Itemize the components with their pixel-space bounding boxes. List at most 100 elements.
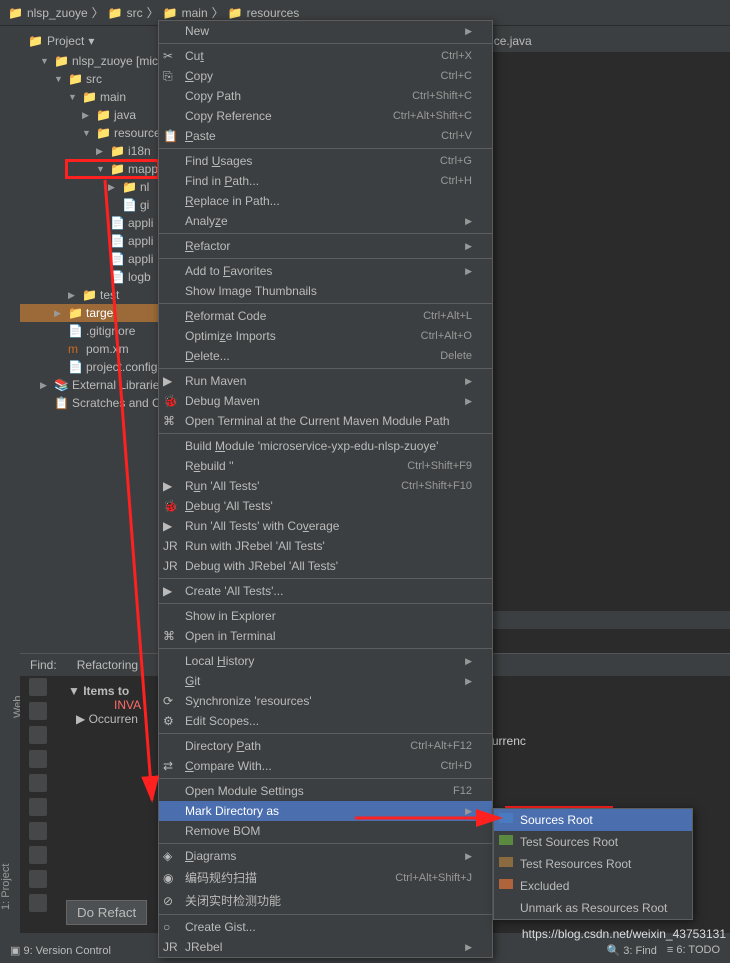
menu-icon: ⌘ <box>163 629 179 643</box>
menu-item[interactable]: ◉编码规约扫描Ctrl+Alt+Shift+J <box>159 866 492 889</box>
folder-icon: 📁 <box>28 34 43 48</box>
filter-icon[interactable] <box>29 702 47 720</box>
menu-item[interactable]: ✂CutCtrl+X <box>159 46 492 66</box>
menu-icon: ▶ <box>163 374 179 388</box>
menu-item[interactable]: Rebuild ''Ctrl+Shift+F9 <box>159 456 492 476</box>
menu-item[interactable]: ▶Run Maven▶ <box>159 371 492 391</box>
menu-item[interactable]: Show Image Thumbnails <box>159 281 492 301</box>
submenu-item[interactable]: Unmark as Resources Root <box>494 897 692 919</box>
folder-icon <box>499 879 513 889</box>
menu-item[interactable]: 🐞Debug 'All Tests' <box>159 496 492 516</box>
submenu-item[interactable]: Test Resources Root <box>494 853 692 875</box>
help-icon[interactable] <box>29 894 47 912</box>
menu-item[interactable]: ▶Create 'All Tests'... <box>159 581 492 601</box>
expand-icon[interactable] <box>29 798 47 816</box>
menu-item[interactable]: Delete...Delete <box>159 346 492 366</box>
menu-item[interactable]: Analyze▶ <box>159 211 492 231</box>
menu-icon: ○ <box>163 920 179 934</box>
menu-item[interactable]: ⎘CopyCtrl+C <box>159 66 492 86</box>
menu-icon: JR <box>163 559 179 573</box>
menu-item[interactable]: Mark Directory as▶ <box>159 801 492 821</box>
menu-item[interactable]: JRRun with JRebel 'All Tests' <box>159 536 492 556</box>
menu-icon: 📋 <box>163 129 179 143</box>
menu-icon: ⚙ <box>163 714 179 728</box>
menu-icon: ⟳ <box>163 694 179 708</box>
menu-item[interactable]: ▶Run 'All Tests' with Coverage <box>159 516 492 536</box>
menu-item[interactable]: ⊘关闭实时检测功能 <box>159 889 492 912</box>
menu-item[interactable]: ◈Diagrams▶ <box>159 846 492 866</box>
submenu-item[interactable]: Test Sources Root <box>494 831 692 853</box>
folder-icon: 📁 <box>108 6 123 20</box>
submenu-mark-directory: Sources RootTest Sources RootTest Resour… <box>493 808 693 920</box>
project-label[interactable]: Project <box>47 34 84 48</box>
folder-icon <box>499 857 513 867</box>
find-tool[interactable]: 🔍 3: Find <box>607 944 657 957</box>
pin-icon[interactable] <box>29 846 47 864</box>
autoscroll-icon[interactable] <box>29 822 47 840</box>
menu-item[interactable]: Optimize ImportsCtrl+Alt+O <box>159 326 492 346</box>
menu-icon: 🐞 <box>163 394 179 408</box>
submenu-item[interactable]: Excluded <box>494 875 692 897</box>
menu-item[interactable]: Copy PathCtrl+Shift+C <box>159 86 492 106</box>
menu-item[interactable]: Git▶ <box>159 671 492 691</box>
menu-icon: ⊘ <box>163 894 179 908</box>
watermark: https://blog.csdn.net/weixin_43753131 <box>522 927 726 941</box>
menu-item[interactable]: ⇄Compare With...Ctrl+D <box>159 756 492 776</box>
menu-item[interactable]: Find in Path...Ctrl+H <box>159 171 492 191</box>
bc-2[interactable]: main <box>182 6 208 20</box>
rail-project[interactable]: 1: Project <box>0 34 12 910</box>
status-bar: ▣ 9: Version Control <box>10 944 111 957</box>
menu-item[interactable]: JRDebug with JRebel 'All Tests' <box>159 556 492 576</box>
todo-tool[interactable]: ≡ 6: TODO <box>667 944 720 957</box>
menu-item[interactable]: JRJRebel▶ <box>159 937 492 957</box>
menu-icon: ▶ <box>163 479 179 493</box>
menu-item[interactable]: New▶ <box>159 21 492 41</box>
menu-icon: 🐞 <box>163 499 179 513</box>
menu-item[interactable]: Open Module SettingsF12 <box>159 781 492 801</box>
submenu-item[interactable]: Sources Root <box>494 809 692 831</box>
menu-item[interactable]: Directory PathCtrl+Alt+F12 <box>159 736 492 756</box>
refactoring-label: Refactoring <box>77 658 138 672</box>
menu-item[interactable]: ▶Run 'All Tests'Ctrl+Shift+F10 <box>159 476 492 496</box>
vcs-tool[interactable]: ▣ 9: Version Control <box>10 944 111 957</box>
menu-item[interactable]: ⟳Synchronize 'resources' <box>159 691 492 711</box>
context-menu: New▶ ✂CutCtrl+X⎘CopyCtrl+CCopy PathCtrl+S… <box>158 20 493 958</box>
menu-item[interactable]: ⚙Edit Scopes... <box>159 711 492 731</box>
menu-item[interactable]: Remove BOM <box>159 821 492 841</box>
bc-1[interactable]: src <box>127 6 143 20</box>
menu-item[interactable]: 🐞Debug Maven▶ <box>159 391 492 411</box>
menu-item[interactable]: Local History▶ <box>159 651 492 671</box>
menu-item[interactable]: Build Module 'microservice-yxp-edu-nlsp-… <box>159 436 492 456</box>
menu-item[interactable]: Refactor▶ <box>159 236 492 256</box>
menu-item[interactable]: Replace in Path... <box>159 191 492 211</box>
menu-item[interactable]: ⌘Open Terminal at the Current Maven Modu… <box>159 411 492 431</box>
menu-icon: ⎘ <box>163 69 179 84</box>
menu-item[interactable]: Reformat CodeCtrl+Alt+L <box>159 306 492 326</box>
collapse-icon[interactable] <box>29 774 47 792</box>
folder-icon: 📁 <box>163 6 178 20</box>
menu-item[interactable]: Add to Favorites▶ <box>159 261 492 281</box>
stop-icon[interactable] <box>29 750 47 768</box>
menu-item[interactable]: Show in Explorer <box>159 606 492 626</box>
menu-item[interactable]: ○Create Gist... <box>159 917 492 937</box>
menu-item[interactable]: ⌘Open in Terminal <box>159 626 492 646</box>
menu-item[interactable]: Find UsagesCtrl+G <box>159 151 492 171</box>
folder-icon <box>499 835 513 845</box>
do-refactor-button[interactable]: Do Refact <box>66 900 147 925</box>
bc-0[interactable]: nlsp_zuoye <box>27 6 88 20</box>
menu-icon: ✂ <box>163 49 179 63</box>
folder-icon: 📁 <box>8 6 23 20</box>
menu-icon: ▶ <box>163 519 179 533</box>
menu-item[interactable]: 📋PasteCtrl+V <box>159 126 492 146</box>
menu-item[interactable]: Copy ReferenceCtrl+Alt+Shift+C <box>159 106 492 126</box>
bc-3[interactable]: resources <box>247 6 300 20</box>
folder-icon <box>499 813 513 823</box>
gear-icon[interactable] <box>29 678 47 696</box>
run-icon[interactable] <box>29 726 47 744</box>
close-icon[interactable] <box>29 870 47 888</box>
dropdown-icon[interactable]: ▾ <box>88 34 94 48</box>
left-rail: 1: Project Web 2: Favorites JRebel 7: St… <box>0 26 20 926</box>
folder-icon: 📁 <box>228 6 243 20</box>
menu-icon: ▶ <box>163 584 179 598</box>
menu-icon: ◉ <box>163 871 179 885</box>
